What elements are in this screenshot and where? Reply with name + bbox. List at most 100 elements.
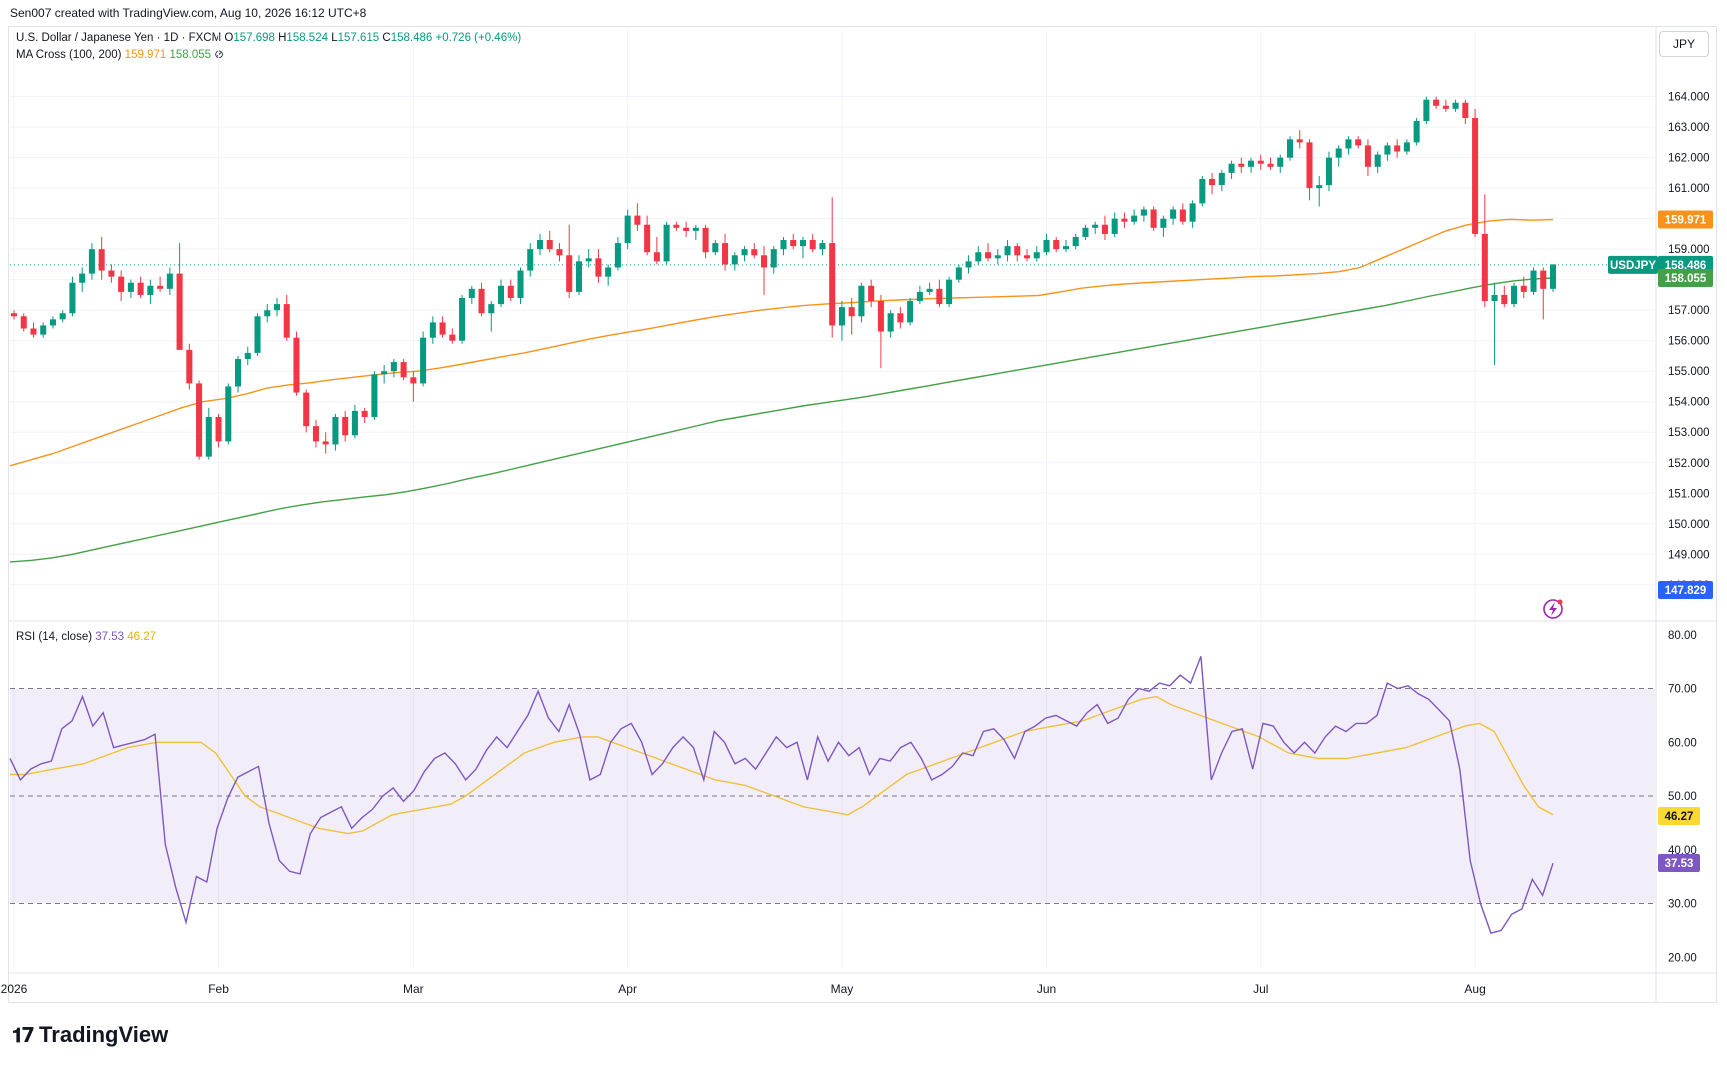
candle-body	[1423, 99, 1430, 122]
candle-body	[868, 285, 875, 302]
candle-body	[225, 386, 232, 442]
price-tick-label: 151.000	[1668, 488, 1710, 500]
candle-body	[30, 328, 37, 335]
candle-body	[1150, 209, 1157, 228]
price-tick-label: 157.000	[1668, 305, 1710, 317]
candle-body	[1442, 105, 1449, 109]
candle-body	[536, 240, 544, 250]
candle-body	[770, 249, 777, 268]
candle-body	[683, 227, 690, 231]
time-tick-label: 2026	[1, 982, 28, 996]
candle-body	[702, 227, 709, 253]
candle-body	[877, 301, 884, 332]
candle-body	[994, 255, 1001, 259]
candle-body	[235, 359, 242, 387]
crosshair-price-tag: 147.829	[1665, 585, 1707, 597]
candle-body	[819, 243, 826, 250]
candle-body	[498, 285, 505, 305]
price-tick-label: 155.000	[1668, 366, 1710, 378]
candle-body	[478, 288, 485, 314]
symbol-price-label: USDJPY	[1610, 260, 1656, 272]
candle-body	[332, 416, 339, 445]
candle-body	[556, 249, 563, 256]
candle-body	[342, 416, 349, 436]
candle-body	[390, 362, 397, 372]
alert-dot-icon	[1557, 599, 1563, 605]
time-tick-label: Jun	[1037, 982, 1056, 996]
candle-body	[926, 288, 933, 292]
candle-body	[585, 258, 592, 262]
price-tick-label: 152.000	[1668, 458, 1710, 470]
candle-body	[1394, 145, 1401, 152]
ma200-line	[9, 277, 1554, 563]
candle-body	[69, 282, 76, 314]
candle-body	[955, 267, 962, 280]
rsi-tick-label: 30.00	[1668, 899, 1697, 911]
candle-body	[1296, 139, 1303, 143]
candle-body	[420, 337, 427, 384]
candle-body	[1462, 102, 1469, 118]
time-tick-label: Feb	[208, 982, 229, 996]
candle-body	[1033, 252, 1040, 259]
candle-body	[1121, 218, 1128, 222]
rsi-tick-label: 50.00	[1668, 791, 1697, 803]
candle-body	[760, 255, 768, 268]
candle-body	[439, 322, 446, 335]
candle-body	[273, 304, 281, 311]
candle-body	[809, 240, 816, 250]
candle-body	[751, 249, 758, 256]
candle-body	[118, 276, 125, 292]
candle-body	[459, 297, 466, 341]
candle-body	[59, 313, 66, 320]
candle-body	[1511, 285, 1518, 305]
candle-body	[1384, 145, 1391, 155]
price-tick-label: 164.000	[1668, 92, 1710, 104]
candle-body	[10, 313, 18, 317]
candle-body	[858, 285, 865, 317]
candle-body	[1062, 246, 1069, 250]
time-tick-label: Aug	[1464, 982, 1485, 996]
tradingview-logo[interactable]: 𝟏𝟳 TradingView	[12, 1022, 168, 1048]
candle-body	[790, 240, 797, 247]
tradingview-logo-icon: 𝟏𝟳	[12, 1024, 35, 1047]
rsi-tick-label: 20.00	[1668, 952, 1697, 964]
candle-body	[468, 288, 475, 298]
candle-body	[215, 416, 222, 442]
candle-body	[254, 316, 261, 353]
candle-body	[1218, 172, 1225, 186]
logo-text: TradingView	[39, 1022, 169, 1047]
candle-body	[946, 279, 953, 305]
price-tick-label: 149.000	[1668, 549, 1710, 561]
candle-body	[1345, 139, 1352, 149]
candle-body	[1355, 139, 1362, 146]
candle-body	[1004, 246, 1011, 256]
time-tick-label: Apr	[618, 982, 637, 996]
candle-body	[848, 307, 855, 317]
candle-body	[371, 374, 378, 417]
candle-body	[312, 426, 319, 442]
candle-body	[400, 362, 407, 378]
candle-body	[916, 291, 923, 302]
candle-body	[1179, 209, 1186, 222]
candle-body	[196, 383, 203, 457]
price-tick-label: 150.000	[1668, 519, 1710, 531]
candle-body	[722, 243, 729, 265]
candle-body	[1111, 218, 1118, 234]
candle-body	[1160, 218, 1167, 228]
candle-body	[663, 224, 670, 262]
candle-body	[1364, 145, 1371, 167]
candle-body	[1014, 246, 1021, 256]
candle-body	[838, 307, 845, 326]
candle-body	[108, 270, 115, 277]
price-tick-label: 162.000	[1668, 153, 1710, 165]
candle-body	[127, 282, 134, 292]
price-tick-label: 163.000	[1668, 122, 1710, 134]
candle-body	[157, 285, 164, 289]
rsi-tick-label: 60.00	[1668, 737, 1697, 749]
candle-body	[887, 313, 894, 332]
chart-svg[interactable]: 164.000163.000162.000161.000160.000159.0…	[0, 0, 1727, 1065]
rsi-ma-price-tag: 46.27	[1665, 811, 1694, 823]
candle-body	[517, 270, 524, 298]
candle-body	[507, 285, 514, 298]
rsi-price-tag: 37.53	[1665, 858, 1694, 870]
